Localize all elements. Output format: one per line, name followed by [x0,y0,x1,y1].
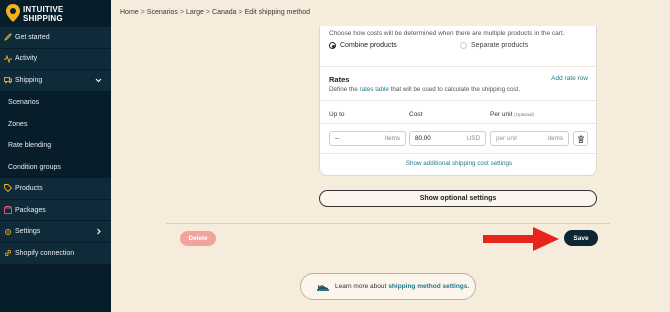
gear-icon [5,228,11,235]
cost-input[interactable]: 80.00 USD [409,131,486,146]
rocket-icon [4,33,12,42]
radio-label: Combine products [340,42,397,49]
logo[interactable]: INTUITIVE SHIPPING [6,4,106,26]
delete-button[interactable]: Delete [180,231,216,246]
app-window: INTUITIVE SHIPPING Get started Activity … [0,0,670,312]
breadcrumb-home[interactable]: Home [120,9,139,16]
section-divider [320,153,598,154]
rates-desc-post: that will be used to calculate the shipp… [388,86,521,93]
breadcrumb-large[interactable]: Large [186,9,204,16]
sidebar-item-label: Get started [15,33,50,41]
sidebar: INTUITIVE SHIPPING Get started Activity … [0,0,111,312]
breadcrumb-separator: > [179,9,185,16]
cost-value: 80.00 [415,135,431,142]
breadcrumb-scenarios[interactable]: Scenarios [147,9,178,16]
cost-currency: USD [466,135,480,142]
separate-products-radio[interactable]: Separate products [460,42,528,49]
optional-label: (Optional) [514,112,534,117]
cost-mode-hint: Choose how costs will be determined when… [329,30,565,37]
sidebar-item-rate-blending[interactable]: Rate blending [0,134,111,157]
sidebar-item-condition-groups[interactable]: Condition groups [0,156,111,179]
breadcrumb-separator: > [140,9,145,16]
sidebar-item-shipping[interactable]: Shipping [0,70,111,92]
up-to-unit: items [384,135,400,142]
tag-icon [4,184,12,193]
per-unit-input[interactable]: per unit items [490,131,569,146]
radio-selected-indicator [329,42,336,49]
sidebar-item-label: Scenarios [8,99,40,107]
sidebar-item-label: Condition groups [8,163,61,171]
shipping-cost-card: Choose how costs will be determined when… [319,26,598,176]
add-rate-row-link[interactable]: Add rate row [551,75,588,82]
activity-icon [4,54,12,63]
sidebar-item-products[interactable]: Products [0,178,111,200]
delete-rate-row-button[interactable] [573,131,588,146]
sidebar-item-activity[interactable]: Activity [0,48,111,71]
sidebar-item-label: Shipping [15,76,43,84]
sidebar-item-packages[interactable]: Packages [0,199,111,222]
sidebar-item-get-started[interactable]: Get started [0,27,111,49]
radio-unselected-indicator [460,42,467,49]
chevron-right-icon [97,228,101,235]
breadcrumb-separator: > [238,9,243,16]
section-divider [320,100,598,101]
shipping-icon [4,77,12,84]
rates-description: Define the rates table that will be used… [329,86,520,93]
footer-divider [166,223,610,224]
breadcrumb-current: Edit shipping method [244,9,311,16]
chevron-down-icon [95,78,102,83]
brand-name: INTUITIVE SHIPPING [23,5,63,23]
section-divider [320,123,598,124]
sidebar-item-shopify-connection[interactable]: Shopify connection [0,242,111,265]
brand-line-1: INTUITIVE [23,5,64,14]
breadcrumb-separator: > [205,9,211,16]
save-button[interactable]: Save [564,230,598,246]
shoe-icon [317,284,330,291]
column-header-per-unit: Per unit (Optional) [490,111,534,118]
per-unit-placeholder: per unit [496,135,518,142]
show-additional-settings-link[interactable]: Show additional shipping cost settings [320,160,598,167]
link-icon [4,250,12,257]
rates-desc-pre: Define the [329,86,360,93]
section-divider [320,66,598,67]
red-arrow-annotation [483,227,559,251]
learn-more-banner: Learn more about shipping method setting… [300,273,476,300]
per-unit-unit: items [547,135,563,142]
sidebar-nav: Get started Activity Shipping Scenarios … [0,27,111,265]
up-to-value: -- [335,135,340,142]
brand-line-2: SHIPPING [23,14,63,23]
sidebar-item-label: Settings [15,228,41,236]
breadcrumb: Home > Scenarios > Large > Canada > Edit shippin… [120,9,310,16]
sidebar-item-label: Activity [15,55,38,63]
column-header-cost: Cost [409,111,423,118]
sidebar-item-label: Rate blending [8,142,52,150]
sidebar-item-settings[interactable]: Settings [0,221,111,243]
radio-label: Separate products [471,42,529,49]
rates-title: Rates [329,75,350,84]
column-header-up-to: Up to [329,111,345,118]
package-icon [4,206,12,214]
shipping-method-settings-link[interactable]: shipping method settings. [388,283,469,290]
up-to-input[interactable]: -- items [329,131,406,146]
location-pin-icon [6,4,20,22]
learn-more-text: Learn more about [335,283,387,290]
show-optional-settings-button[interactable]: Show optional settings [319,190,597,207]
breadcrumb-canada[interactable]: Canada [212,9,237,16]
per-unit-label: Per unit [490,111,513,118]
sidebar-item-label: Shopify connection [15,249,75,257]
sidebar-item-scenarios[interactable]: Scenarios [0,91,111,114]
sidebar-item-label: Zones [8,120,28,128]
combine-products-radio[interactable]: Combine products [329,42,397,49]
rates-table-link[interactable]: rates table [359,86,388,93]
sidebar-item-zones[interactable]: Zones [0,113,111,135]
sidebar-item-label: Packages [15,206,46,214]
trash-icon [577,135,584,143]
sidebar-item-label: Products [15,184,43,192]
